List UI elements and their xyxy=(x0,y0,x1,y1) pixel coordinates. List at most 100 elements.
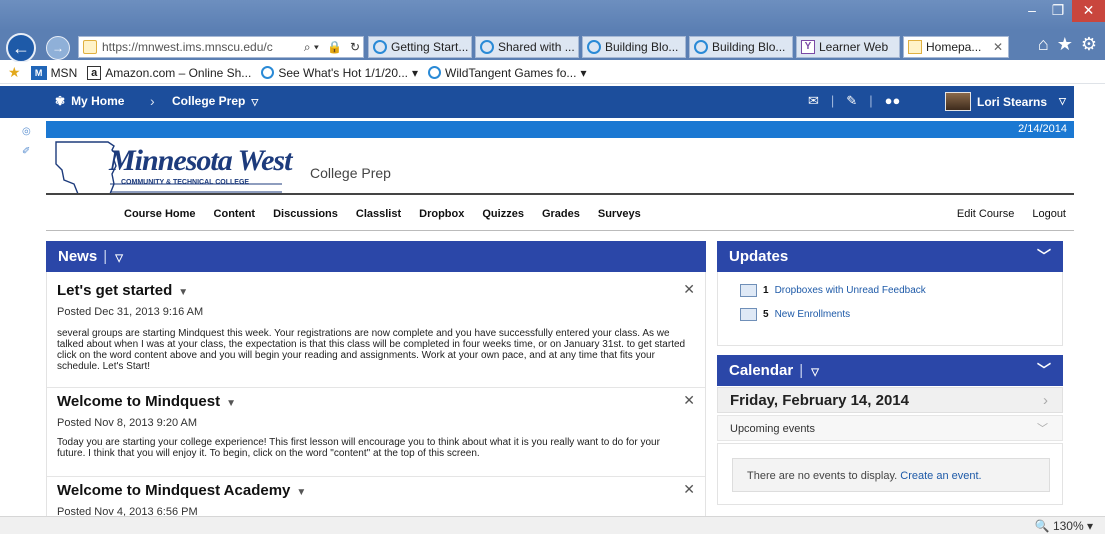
tab-shared-with[interactable]: Shared with ... xyxy=(475,36,579,58)
alerts-icon[interactable]: ✎ xyxy=(846,93,857,109)
chevron-down-icon[interactable]: ▾ xyxy=(580,66,586,80)
breadcrumb-separator-icon: › xyxy=(150,93,155,109)
pin-icon[interactable]: ✐ xyxy=(22,146,30,157)
user-menu[interactable]: Lori Stearns ▽ xyxy=(945,92,1066,111)
nav-quizzes[interactable]: Quizzes xyxy=(482,208,524,220)
favorites-star-icon[interactable]: ★ xyxy=(1057,34,1073,55)
course-header: Minnesota West COMMUNITY & TECHNICAL COL… xyxy=(46,138,1074,194)
favorite-amazon[interactable]: a Amazon.com – Online Sh... xyxy=(87,65,251,80)
news-item: Welcome to Mindquest ▼ ✕ Posted Nov 8, 20… xyxy=(47,389,705,477)
nav-surveys[interactable]: Surveys xyxy=(598,208,641,220)
favorites-bar: ★ M MSN a Amazon.com – Online Sh... See … xyxy=(0,62,1105,84)
tab-learner-web[interactable]: Y Learner Web xyxy=(796,36,900,58)
favorite-msn[interactable]: M MSN xyxy=(30,65,77,80)
chevron-right-icon[interactable]: › xyxy=(1043,388,1048,414)
ie-icon xyxy=(428,66,442,79)
nav-dropbox[interactable]: Dropbox xyxy=(419,208,464,220)
address-url[interactable]: https://mnwest.ims.mnscu.edu/c xyxy=(102,40,299,54)
browser-status-bar: 🔍 130% ▾ xyxy=(0,516,1105,534)
back-button[interactable]: ← xyxy=(6,33,36,63)
chevron-down-icon[interactable]: ▼ xyxy=(178,287,188,298)
calendar-current-date[interactable]: Friday, February 14, 2014 › xyxy=(717,387,1063,413)
mail-icon[interactable]: ✉ xyxy=(808,93,819,109)
chevron-down-icon[interactable]: ▼ xyxy=(296,487,306,498)
favorite-see-whats-hot[interactable]: See What's Hot 1/1/20... ▾ xyxy=(261,66,418,80)
chevron-down-icon[interactable]: ﹀ xyxy=(1037,355,1051,386)
forward-button[interactable]: → xyxy=(46,36,70,60)
upcoming-events-toggle[interactable]: Upcoming events ﹀ xyxy=(717,415,1063,441)
ie-icon xyxy=(261,66,275,79)
widget-icon[interactable]: ◎ xyxy=(22,126,31,137)
news-item-title[interactable]: Welcome to Mindquest ▼ xyxy=(57,393,236,410)
ie-icon xyxy=(694,40,708,54)
zoom-control[interactable]: 🔍 130% ▾ xyxy=(1035,519,1093,533)
divider xyxy=(46,230,1074,231)
add-favorite-icon[interactable]: ★ xyxy=(8,64,21,81)
edit-course-link[interactable]: Edit Course xyxy=(957,208,1014,220)
gear-icon[interactable]: ⚙ xyxy=(1081,34,1097,55)
tab-building-blocks-2[interactable]: Building Blo... xyxy=(689,36,793,58)
college-logo-text: Minnesota West xyxy=(109,144,292,177)
divider: | xyxy=(103,248,108,265)
tab-building-blocks-1[interactable]: Building Blo... xyxy=(582,36,686,58)
tab-getting-started[interactable]: Getting Start... xyxy=(368,36,472,58)
nav-discussions[interactable]: Discussions xyxy=(273,208,338,220)
browser-titlebar xyxy=(0,0,1105,30)
ie-icon xyxy=(480,40,494,54)
course-nav-links: Course Home Content Discussions Classlis… xyxy=(124,208,641,220)
news-header: News | ▽ xyxy=(46,241,706,272)
restore-icon[interactable]: ❐ xyxy=(1046,0,1070,22)
nav-content[interactable]: Content xyxy=(214,208,256,220)
refresh-icon[interactable]: ↻ xyxy=(350,40,363,54)
ie-icon xyxy=(587,40,601,54)
college-logo-subtitle: COMMUNITY & TECHNICAL COLLEGE xyxy=(121,179,250,186)
news-list: Let's get started ▼ ✕ Posted Dec 31, 2013… xyxy=(46,272,706,518)
chevron-down-icon: ▽ xyxy=(251,97,259,107)
nav-classlist[interactable]: Classlist xyxy=(356,208,401,220)
amazon-icon: a xyxy=(87,65,102,80)
close-icon[interactable]: ✕ xyxy=(683,481,695,498)
favorite-wildtangent[interactable]: WildTangent Games fo... ▾ xyxy=(428,66,586,80)
calendar-header: Calendar | ▽ ﹀ xyxy=(717,355,1063,386)
logout-link[interactable]: Logout xyxy=(1032,208,1066,220)
chevron-down-icon[interactable]: ▼ xyxy=(226,398,236,409)
close-icon[interactable]: ✕ xyxy=(683,392,695,409)
site-top-nav: ✾ My Home › College Prep ▽ ✉ | ✎ | ●● Lor… xyxy=(0,86,1074,118)
close-tab-icon[interactable]: ✕ xyxy=(993,40,1008,54)
my-home-link[interactable]: ✾ My Home xyxy=(55,94,124,108)
lock-icon: 🔒 xyxy=(326,40,342,54)
close-icon[interactable]: ✕ xyxy=(683,281,695,298)
nav-course-home[interactable]: Course Home xyxy=(124,208,196,220)
chevron-down-icon[interactable]: ﹀ xyxy=(1037,416,1048,442)
chat-icon[interactable]: ●● xyxy=(885,93,901,109)
calendar-events: There are no events to display. Create a… xyxy=(717,443,1063,505)
news-item-body: several groups are starting Mindquest th… xyxy=(57,328,686,372)
news-item: Let's get started ▼ ✕ Posted Dec 31, 2013… xyxy=(47,272,705,388)
course-selector[interactable]: College Prep ▽ xyxy=(172,94,258,108)
divider: | xyxy=(869,93,873,108)
date-bar: 2/14/2014 xyxy=(46,121,1074,138)
search-icon[interactable]: ⌕ ▾ xyxy=(304,40,322,55)
create-event-link[interactable]: Create an event. xyxy=(900,470,981,482)
page-favicon-icon xyxy=(83,40,97,54)
chevron-down-icon[interactable]: ▾ xyxy=(412,66,418,80)
home-icon[interactable]: ⌂ xyxy=(1038,34,1049,55)
news-item-title[interactable]: Let's get started ▼ xyxy=(57,282,188,299)
update-dropboxes[interactable]: 1 Dropboxes with Unread Feedback xyxy=(740,284,926,297)
chevron-down-icon[interactable]: ▽ xyxy=(811,367,819,378)
nav-grades[interactable]: Grades xyxy=(542,208,580,220)
chevron-down-icon[interactable]: ▽ xyxy=(115,253,123,264)
chevron-down-icon[interactable]: ﹀ xyxy=(1037,241,1051,272)
close-window-icon[interactable]: ✕ xyxy=(1072,0,1105,22)
news-item-body: Today you are starting your college expe… xyxy=(57,437,660,459)
msn-icon: M xyxy=(30,65,47,80)
news-item-title[interactable]: Welcome to Mindquest Academy ▼ xyxy=(57,482,306,499)
update-enrollments[interactable]: 5 New Enrollments xyxy=(740,308,850,321)
course-nav: Course Home Content Discussions Classlis… xyxy=(46,203,1074,229)
address-bar[interactable]: https://mnwest.ims.mnscu.edu/c ⌕ ▾ 🔒 ↻ xyxy=(78,36,364,58)
tab-homepage[interactable]: Homepa... ✕ xyxy=(903,36,1009,58)
course-nav-right: Edit Course Logout xyxy=(957,208,1066,220)
news-title: News xyxy=(58,248,98,265)
minimize-icon[interactable]: – xyxy=(1020,0,1044,22)
dropbox-icon xyxy=(740,284,757,297)
